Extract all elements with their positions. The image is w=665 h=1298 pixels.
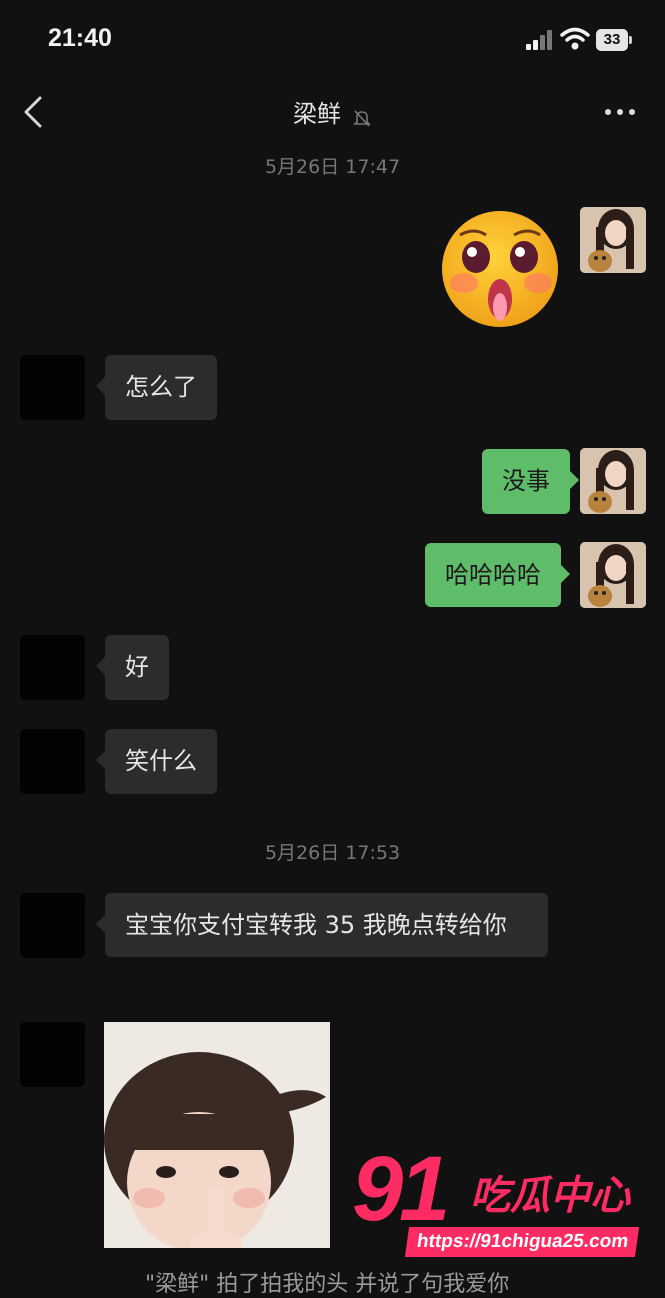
- image-message[interactable]: [104, 1022, 330, 1248]
- more-icon[interactable]: [600, 100, 640, 124]
- watermark: 91 吃瓜中心 https://91chigua25.com: [352, 1138, 652, 1265]
- watermark-url: https://91chigua25.com: [404, 1227, 640, 1257]
- message-timestamp: 5月26日 17:53: [264, 842, 401, 864]
- avatar-photo-icon: [580, 207, 646, 273]
- message-bubble[interactable]: 笑什么: [96, 729, 217, 794]
- signal-icon: [526, 30, 552, 50]
- message-bubble[interactable]: 怎么了: [96, 355, 217, 420]
- message-bubble[interactable]: 宝宝你支付宝转我 35 我晚点转给你: [96, 893, 548, 957]
- contact-avatar[interactable]: [20, 1022, 85, 1087]
- emoji-sticker[interactable]: [438, 205, 563, 330]
- avatar-photo-icon: [580, 542, 646, 608]
- child-photo-icon: [104, 1022, 330, 1248]
- status-time: 21:40: [48, 24, 112, 52]
- message-bubble[interactable]: 好: [96, 635, 169, 700]
- contact-avatar[interactable]: [20, 635, 85, 700]
- contact-avatar[interactable]: [20, 893, 85, 958]
- chat-header: 梁鲜: [0, 80, 665, 146]
- my-avatar[interactable]: [580, 207, 646, 273]
- chat-title[interactable]: 梁鲜: [293, 100, 341, 128]
- title-wrap: 梁鲜: [0, 94, 665, 129]
- message-bubble[interactable]: 哈哈哈哈: [425, 543, 570, 607]
- message-bubble[interactable]: 没事: [482, 449, 579, 514]
- avatar-photo-icon: [580, 448, 646, 514]
- status-bar: 21:40 33: [0, 0, 665, 80]
- battery-icon: 33: [596, 29, 632, 51]
- system-notice-partial: "梁鲜" 拍了拍我的头 并说了句我爱你: [145, 1272, 510, 1297]
- wifi-icon: [560, 27, 590, 50]
- watermark-brand-cn: 吃瓜中心: [470, 1173, 630, 1219]
- mute-bell-icon: [353, 109, 371, 127]
- my-avatar[interactable]: [580, 542, 646, 608]
- my-avatar[interactable]: [580, 448, 646, 514]
- contact-avatar[interactable]: [20, 355, 85, 420]
- contact-avatar[interactable]: [20, 729, 85, 794]
- message-timestamp: 5月26日 17:47: [264, 156, 401, 178]
